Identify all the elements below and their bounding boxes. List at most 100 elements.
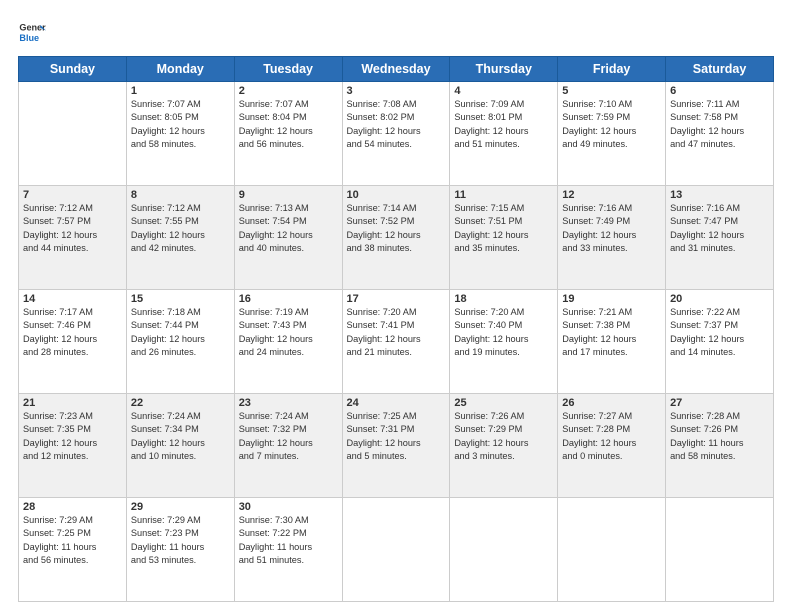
day-number: 9 <box>239 189 338 201</box>
calendar-week-row: 21Sunrise: 7:23 AM Sunset: 7:35 PM Dayli… <box>19 394 774 498</box>
day-info: Sunrise: 7:18 AM Sunset: 7:44 PM Dayligh… <box>131 306 230 359</box>
day-number: 16 <box>239 293 338 305</box>
day-number: 3 <box>347 85 446 97</box>
calendar-cell: 9Sunrise: 7:13 AM Sunset: 7:54 PM Daylig… <box>234 186 342 290</box>
day-info: Sunrise: 7:12 AM Sunset: 7:57 PM Dayligh… <box>23 202 122 255</box>
day-info: Sunrise: 7:28 AM Sunset: 7:26 PM Dayligh… <box>670 410 769 463</box>
day-info: Sunrise: 7:17 AM Sunset: 7:46 PM Dayligh… <box>23 306 122 359</box>
calendar-cell: 24Sunrise: 7:25 AM Sunset: 7:31 PM Dayli… <box>342 394 450 498</box>
calendar-cell: 19Sunrise: 7:21 AM Sunset: 7:38 PM Dayli… <box>558 290 666 394</box>
calendar-cell: 14Sunrise: 7:17 AM Sunset: 7:46 PM Dayli… <box>19 290 127 394</box>
calendar-header-row: SundayMondayTuesdayWednesdayThursdayFrid… <box>19 57 774 82</box>
day-info: Sunrise: 7:20 AM Sunset: 7:41 PM Dayligh… <box>347 306 446 359</box>
day-info: Sunrise: 7:07 AM Sunset: 8:04 PM Dayligh… <box>239 98 338 151</box>
day-info: Sunrise: 7:24 AM Sunset: 7:32 PM Dayligh… <box>239 410 338 463</box>
day-of-week-header: Monday <box>126 57 234 82</box>
calendar-cell: 5Sunrise: 7:10 AM Sunset: 7:59 PM Daylig… <box>558 82 666 186</box>
calendar-cell <box>666 498 774 602</box>
day-info: Sunrise: 7:27 AM Sunset: 7:28 PM Dayligh… <box>562 410 661 463</box>
calendar-cell: 1Sunrise: 7:07 AM Sunset: 8:05 PM Daylig… <box>126 82 234 186</box>
calendar-cell: 28Sunrise: 7:29 AM Sunset: 7:25 PM Dayli… <box>19 498 127 602</box>
calendar-cell: 17Sunrise: 7:20 AM Sunset: 7:41 PM Dayli… <box>342 290 450 394</box>
calendar-cell: 29Sunrise: 7:29 AM Sunset: 7:23 PM Dayli… <box>126 498 234 602</box>
day-info: Sunrise: 7:21 AM Sunset: 7:38 PM Dayligh… <box>562 306 661 359</box>
calendar-cell: 15Sunrise: 7:18 AM Sunset: 7:44 PM Dayli… <box>126 290 234 394</box>
day-number: 23 <box>239 397 338 409</box>
day-info: Sunrise: 7:24 AM Sunset: 7:34 PM Dayligh… <box>131 410 230 463</box>
calendar-cell: 6Sunrise: 7:11 AM Sunset: 7:58 PM Daylig… <box>666 82 774 186</box>
day-info: Sunrise: 7:08 AM Sunset: 8:02 PM Dayligh… <box>347 98 446 151</box>
svg-text:Blue: Blue <box>19 33 39 43</box>
day-number: 5 <box>562 85 661 97</box>
day-info: Sunrise: 7:29 AM Sunset: 7:23 PM Dayligh… <box>131 514 230 567</box>
day-info: Sunrise: 7:22 AM Sunset: 7:37 PM Dayligh… <box>670 306 769 359</box>
day-number: 15 <box>131 293 230 305</box>
calendar-cell <box>342 498 450 602</box>
logo: General Blue <box>18 18 50 46</box>
day-number: 10 <box>347 189 446 201</box>
day-number: 2 <box>239 85 338 97</box>
calendar-cell: 10Sunrise: 7:14 AM Sunset: 7:52 PM Dayli… <box>342 186 450 290</box>
day-info: Sunrise: 7:29 AM Sunset: 7:25 PM Dayligh… <box>23 514 122 567</box>
day-number: 30 <box>239 501 338 513</box>
day-number: 11 <box>454 189 553 201</box>
day-info: Sunrise: 7:09 AM Sunset: 8:01 PM Dayligh… <box>454 98 553 151</box>
day-number: 8 <box>131 189 230 201</box>
day-number: 13 <box>670 189 769 201</box>
day-number: 26 <box>562 397 661 409</box>
day-number: 19 <box>562 293 661 305</box>
logo-icon: General Blue <box>18 18 46 46</box>
calendar-cell: 4Sunrise: 7:09 AM Sunset: 8:01 PM Daylig… <box>450 82 558 186</box>
calendar-cell <box>450 498 558 602</box>
day-info: Sunrise: 7:11 AM Sunset: 7:58 PM Dayligh… <box>670 98 769 151</box>
day-of-week-header: Saturday <box>666 57 774 82</box>
calendar-cell: 12Sunrise: 7:16 AM Sunset: 7:49 PM Dayli… <box>558 186 666 290</box>
day-info: Sunrise: 7:16 AM Sunset: 7:49 PM Dayligh… <box>562 202 661 255</box>
calendar-cell <box>19 82 127 186</box>
day-number: 17 <box>347 293 446 305</box>
day-info: Sunrise: 7:26 AM Sunset: 7:29 PM Dayligh… <box>454 410 553 463</box>
calendar-cell: 20Sunrise: 7:22 AM Sunset: 7:37 PM Dayli… <box>666 290 774 394</box>
day-info: Sunrise: 7:07 AM Sunset: 8:05 PM Dayligh… <box>131 98 230 151</box>
day-number: 25 <box>454 397 553 409</box>
calendar-week-row: 7Sunrise: 7:12 AM Sunset: 7:57 PM Daylig… <box>19 186 774 290</box>
calendar-table: SundayMondayTuesdayWednesdayThursdayFrid… <box>18 56 774 602</box>
day-number: 18 <box>454 293 553 305</box>
day-number: 22 <box>131 397 230 409</box>
day-info: Sunrise: 7:12 AM Sunset: 7:55 PM Dayligh… <box>131 202 230 255</box>
day-number: 29 <box>131 501 230 513</box>
calendar-cell: 2Sunrise: 7:07 AM Sunset: 8:04 PM Daylig… <box>234 82 342 186</box>
calendar-cell: 27Sunrise: 7:28 AM Sunset: 7:26 PM Dayli… <box>666 394 774 498</box>
day-of-week-header: Thursday <box>450 57 558 82</box>
day-number: 27 <box>670 397 769 409</box>
day-info: Sunrise: 7:25 AM Sunset: 7:31 PM Dayligh… <box>347 410 446 463</box>
day-of-week-header: Tuesday <box>234 57 342 82</box>
calendar-cell: 16Sunrise: 7:19 AM Sunset: 7:43 PM Dayli… <box>234 290 342 394</box>
day-number: 14 <box>23 293 122 305</box>
calendar-cell: 22Sunrise: 7:24 AM Sunset: 7:34 PM Dayli… <box>126 394 234 498</box>
day-of-week-header: Wednesday <box>342 57 450 82</box>
calendar-cell: 11Sunrise: 7:15 AM Sunset: 7:51 PM Dayli… <box>450 186 558 290</box>
calendar-cell: 3Sunrise: 7:08 AM Sunset: 8:02 PM Daylig… <box>342 82 450 186</box>
calendar-cell: 18Sunrise: 7:20 AM Sunset: 7:40 PM Dayli… <box>450 290 558 394</box>
day-number: 6 <box>670 85 769 97</box>
calendar-cell: 30Sunrise: 7:30 AM Sunset: 7:22 PM Dayli… <box>234 498 342 602</box>
day-number: 20 <box>670 293 769 305</box>
day-number: 21 <box>23 397 122 409</box>
day-info: Sunrise: 7:19 AM Sunset: 7:43 PM Dayligh… <box>239 306 338 359</box>
day-number: 1 <box>131 85 230 97</box>
page-header: General Blue <box>18 18 774 46</box>
day-info: Sunrise: 7:20 AM Sunset: 7:40 PM Dayligh… <box>454 306 553 359</box>
day-info: Sunrise: 7:23 AM Sunset: 7:35 PM Dayligh… <box>23 410 122 463</box>
calendar-week-row: 14Sunrise: 7:17 AM Sunset: 7:46 PM Dayli… <box>19 290 774 394</box>
day-number: 24 <box>347 397 446 409</box>
day-number: 12 <box>562 189 661 201</box>
day-of-week-header: Sunday <box>19 57 127 82</box>
calendar-week-row: 28Sunrise: 7:29 AM Sunset: 7:25 PM Dayli… <box>19 498 774 602</box>
day-number: 7 <box>23 189 122 201</box>
calendar-week-row: 1Sunrise: 7:07 AM Sunset: 8:05 PM Daylig… <box>19 82 774 186</box>
day-info: Sunrise: 7:30 AM Sunset: 7:22 PM Dayligh… <box>239 514 338 567</box>
calendar-cell <box>558 498 666 602</box>
day-info: Sunrise: 7:16 AM Sunset: 7:47 PM Dayligh… <box>670 202 769 255</box>
day-info: Sunrise: 7:15 AM Sunset: 7:51 PM Dayligh… <box>454 202 553 255</box>
